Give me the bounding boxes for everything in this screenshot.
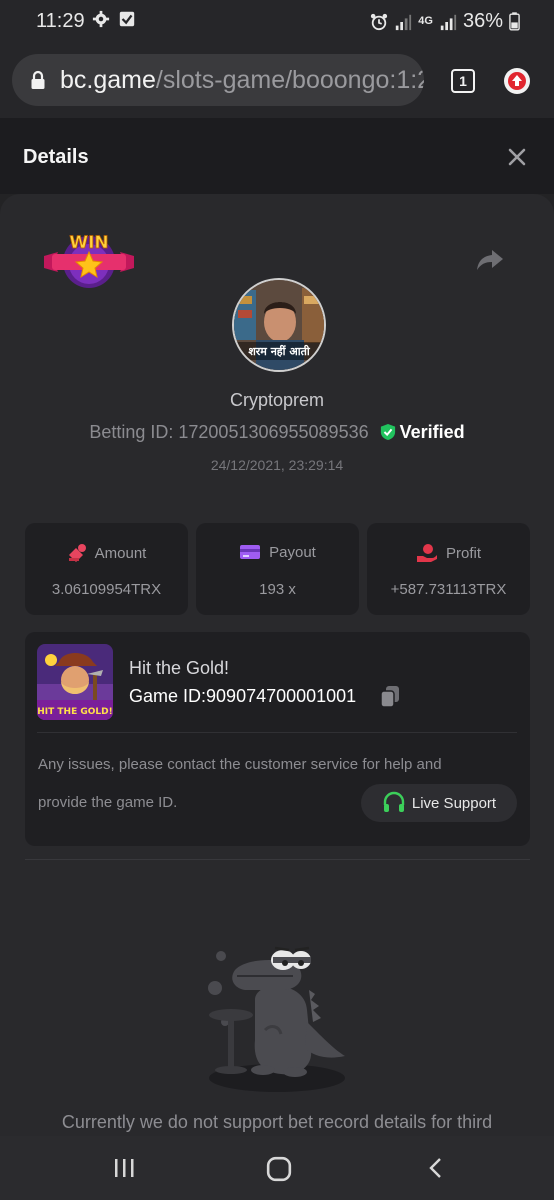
game-thumbnail-text: HIT THE GOLD! — [37, 707, 112, 717]
stat-card-payout: Payout 193 x — [196, 523, 359, 615]
betting-id-label: Betting ID: — [89, 422, 174, 442]
stat-card-profit: Profit +587.731113TRX — [367, 523, 530, 615]
avatar-caption: शरम नहीं आती — [248, 344, 311, 358]
signal-icon-2 — [440, 14, 457, 30]
network-type: 4G — [418, 15, 433, 27]
stat-label-amount: Amount — [94, 544, 147, 562]
share-icon[interactable] — [476, 248, 504, 272]
details-header: Details — [0, 118, 554, 194]
username: Cryptoprem — [229, 390, 325, 410]
crocodile-illustration — [208, 946, 345, 1092]
signal-icon — [396, 14, 412, 30]
game-name[interactable]: Hit the Gold! — [129, 658, 229, 679]
live-support-label: Live Support — [411, 794, 497, 812]
section-divider — [25, 859, 530, 860]
url-bar[interactable]: bc.game/slots-game/booongo:1:2 — [12, 54, 424, 106]
url-path: /slots-game/booongo:1:2 — [155, 66, 424, 94]
battery-percent: 36% — [462, 10, 503, 32]
bet-datetime: 24/12/2021, 23:29:14 — [210, 457, 344, 473]
avatar-image: शरम नहीं आती — [234, 280, 324, 370]
status-time: 11:29 — [36, 10, 85, 32]
amount-icon — [68, 544, 86, 562]
stat-card-amount: Amount 3.06109954TRX — [25, 523, 188, 615]
close-icon[interactable] — [506, 146, 528, 168]
status-bar: 11:29 4G 36% — [0, 0, 554, 42]
issue-text-line-2: provide the game ID. — [38, 794, 178, 811]
game-card: HIT THE GOLD! Hit the Gold! Game ID:9090… — [25, 632, 530, 846]
win-badge-icon: WIN — [44, 233, 134, 288]
verified-label: Verified — [399, 422, 465, 442]
copy-icon[interactable] — [379, 685, 401, 709]
stat-value-profit: +587.731113TRX — [390, 581, 507, 598]
live-support-button[interactable]: Live Support — [361, 784, 517, 822]
home-icon[interactable] — [266, 1156, 292, 1182]
alarm-icon — [371, 13, 388, 30]
game-id-value: 909074700001001 — [206, 686, 357, 706]
recent-apps-icon[interactable] — [112, 1156, 136, 1180]
headset-icon — [383, 791, 405, 812]
details-title: Details — [23, 146, 89, 168]
browser-toolbar: bc.game/slots-game/booongo:1:2 1 — [0, 42, 554, 118]
checkbox-notification-icon — [119, 11, 135, 27]
game-thumbnail-image: HIT THE GOLD! — [37, 644, 113, 720]
gear-icon — [92, 10, 110, 28]
unsupported-message: Currently we do not support bet record d… — [61, 1112, 493, 1132]
profit-icon — [416, 544, 437, 562]
game-id-label: Game ID: — [129, 686, 207, 706]
stat-value-payout: 193 x — [259, 581, 296, 598]
payout-icon — [240, 545, 261, 559]
issue-text-line-1: Any issues, please contact the customer … — [38, 756, 442, 773]
url-text[interactable]: bc.game/slots-game/booongo:1:2 — [60, 66, 424, 95]
back-icon[interactable] — [424, 1156, 448, 1180]
game-thumbnail[interactable]: HIT THE GOLD! — [37, 644, 113, 720]
tab-switcher-button[interactable]: 1 — [451, 69, 475, 93]
avatar: शरम नहीं आती — [232, 278, 326, 372]
arrow-up-icon — [508, 72, 526, 90]
game-id: Game ID:909074700001001 — [129, 686, 356, 707]
battery-icon — [509, 12, 520, 31]
stat-value-amount: 3.06109954TRX — [51, 581, 162, 598]
system-nav-bar — [0, 1136, 554, 1200]
betting-id-row: Betting ID: 1720051306955089536 Verified — [0, 422, 554, 443]
stat-label-profit: Profit — [445, 544, 481, 562]
game-card-divider — [37, 732, 517, 733]
url-host: bc.game — [60, 66, 156, 94]
update-button[interactable] — [504, 68, 530, 94]
shield-check-icon — [380, 424, 395, 440]
betting-id-value: 1720051306955089536 — [178, 422, 369, 442]
lock-icon — [31, 70, 45, 89]
win-badge-text: WIN — [69, 233, 108, 253]
stat-label-payout: Payout — [269, 543, 316, 561]
